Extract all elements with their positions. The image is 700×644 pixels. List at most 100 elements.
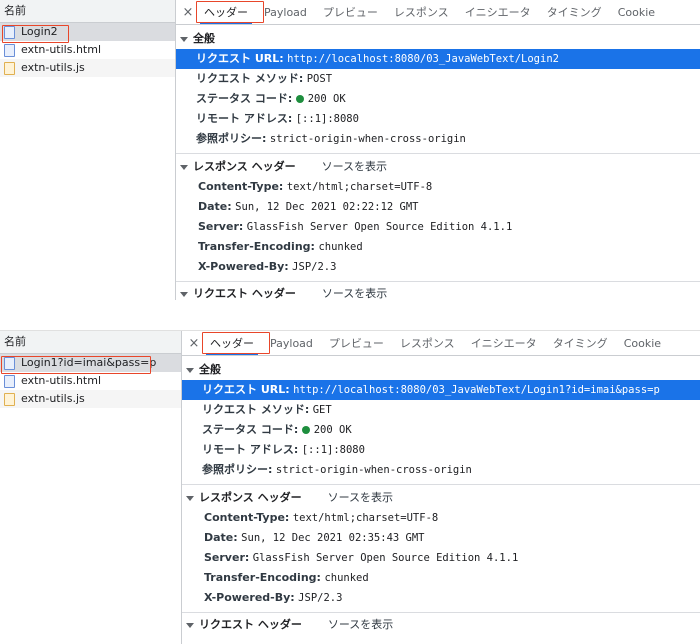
general-section-header[interactable]: 全般: [182, 360, 700, 380]
caret-down-icon: [180, 291, 188, 297]
response-headers-section-header[interactable]: レスポンス ヘッダー ソースを表示: [182, 488, 700, 508]
request-name: Login1?id=imai&pass=p: [21, 356, 157, 369]
devtools-panel-2: 名前 Login1?id=imai&pass=p extn-utils.html…: [0, 330, 700, 644]
tab-payload[interactable]: Payload: [262, 333, 321, 355]
header-row: Content-Type: text/html;charset=UTF-8: [182, 508, 700, 528]
request-method-value: GET: [312, 404, 332, 416]
header-row: Transfer-Encoding: chunked: [176, 237, 700, 257]
header-value: JSP/2.3: [292, 261, 337, 273]
header-row: X-Powered-By: JSP/2.3: [182, 588, 700, 608]
header-row: Date: Sun, 12 Dec 2021 02:35:43 GMT: [182, 528, 700, 548]
request-row[interactable]: extn-utils.js: [0, 390, 181, 408]
request-url-row[interactable]: リクエスト URL: http://localhost:8080/03_Java…: [176, 49, 700, 69]
caret-down-icon: [186, 495, 194, 501]
header-row: Transfer-Encoding: chunked: [182, 568, 700, 588]
request-name: extn-utils.js: [21, 61, 85, 74]
header-name: X-Powered-By:: [204, 591, 295, 604]
header-name: Content-Type:: [204, 511, 290, 524]
document-icon: [4, 25, 15, 39]
header-name: Transfer-Encoding:: [204, 571, 321, 584]
close-icon[interactable]: ×: [180, 2, 196, 24]
tab-initiator[interactable]: イニシエータ: [463, 333, 545, 355]
section-title: レスポンス ヘッダー: [199, 491, 302, 504]
request-row[interactable]: extn-utils.html: [0, 41, 175, 59]
headers-pane: × ヘッダー Payload プレビュー レスポンス イニシエータ タイミング …: [182, 331, 700, 644]
status-code-row: ステータス コード: 200 OK: [176, 89, 700, 109]
referrer-policy-label: 参照ポリシー:: [196, 132, 267, 145]
tab-bar: × ヘッダー Payload プレビュー レスポンス イニシエータ タイミング …: [176, 0, 700, 25]
tab-preview[interactable]: プレビュー: [315, 2, 386, 24]
name-column-header[interactable]: 名前: [0, 0, 175, 23]
status-ok-icon: [301, 426, 310, 434]
view-source-link[interactable]: ソースを表示: [322, 157, 387, 177]
request-url-label: リクエスト URL:: [202, 383, 290, 396]
header-name: Transfer-Encoding:: [198, 240, 315, 253]
response-headers-section-header[interactable]: レスポンス ヘッダー ソースを表示: [176, 157, 700, 177]
tab-cookie[interactable]: Cookie: [610, 2, 663, 24]
tab-timing[interactable]: タイミング: [545, 333, 616, 355]
tab-headers[interactable]: ヘッダー: [196, 2, 256, 24]
request-headers-section-header[interactable]: リクエスト ヘッダー ソースを表示: [176, 284, 700, 300]
section-title: リクエスト ヘッダー: [193, 287, 296, 300]
request-row[interactable]: Login1?id=imai&pass=p: [0, 354, 181, 372]
request-row[interactable]: extn-utils.html: [0, 372, 181, 390]
header-value: GlassFish Server Open Source Edition 4.1…: [246, 221, 513, 233]
general-section-header[interactable]: 全般: [176, 29, 700, 49]
tab-response[interactable]: レスポンス: [392, 333, 463, 355]
request-url-row[interactable]: リクエスト URL: http://localhost:8080/03_Java…: [182, 380, 700, 400]
caret-down-icon: [180, 164, 188, 170]
header-name: X-Powered-By:: [198, 260, 289, 273]
header-row: Content-Type: text/html;charset=UTF-8: [176, 177, 700, 197]
tab-initiator[interactable]: イニシエータ: [457, 2, 539, 24]
header-name: Server:: [198, 220, 244, 233]
document-icon: [4, 43, 15, 57]
request-list: 名前 Login1?id=imai&pass=p extn-utils.html…: [0, 331, 182, 644]
request-url-value: http://localhost:8080/03_JavaWebText/Log…: [293, 384, 660, 396]
request-name: extn-utils.js: [21, 392, 85, 405]
request-name: extn-utils.html: [21, 43, 102, 56]
header-name: Date:: [198, 200, 232, 213]
divider: [182, 612, 700, 613]
header-value: chunked: [318, 241, 363, 253]
name-column-header[interactable]: 名前: [0, 331, 181, 354]
request-headers-section-header[interactable]: リクエスト ヘッダー ソースを表示: [182, 615, 700, 635]
tab-cookie[interactable]: Cookie: [616, 333, 669, 355]
section-title: 全般: [193, 32, 215, 45]
view-source-link[interactable]: ソースを表示: [328, 615, 393, 635]
header-row: Server: GlassFish Server Open Source Edi…: [176, 217, 700, 237]
close-icon[interactable]: ×: [186, 333, 202, 355]
document-icon: [4, 374, 15, 388]
view-source-link[interactable]: ソースを表示: [328, 488, 393, 508]
request-name: Login2: [21, 25, 58, 38]
request-method-value: POST: [306, 73, 333, 85]
remote-address-row: リモート アドレス: [::1]:8080: [176, 109, 700, 129]
devtools-panel-1: 名前 Login2 extn-utils.html extn-utils.js …: [0, 0, 700, 300]
view-source-link[interactable]: ソースを表示: [322, 284, 387, 300]
request-url-label: リクエスト URL:: [196, 52, 284, 65]
script-icon: [4, 392, 15, 406]
tab-headers[interactable]: ヘッダー: [202, 333, 262, 355]
request-name: extn-utils.html: [21, 374, 102, 387]
script-icon: [4, 61, 15, 75]
section-title: リクエスト ヘッダー: [199, 618, 302, 631]
tab-timing[interactable]: タイミング: [539, 2, 610, 24]
header-value: Sun, 12 Dec 2021 02:35:43 GMT: [241, 532, 425, 544]
request-row[interactable]: extn-utils.js: [0, 59, 175, 77]
tab-response[interactable]: レスポンス: [386, 2, 457, 24]
header-value: text/html;charset=UTF-8: [286, 181, 433, 193]
header-value: JSP/2.3: [298, 592, 343, 604]
status-code-value: 200 OK: [307, 93, 346, 105]
tab-preview[interactable]: プレビュー: [321, 333, 392, 355]
remote-address-row: リモート アドレス: [::1]:8080: [182, 440, 700, 460]
header-name: Content-Type:: [198, 180, 284, 193]
section-title: 全般: [199, 363, 221, 376]
section-title: レスポンス ヘッダー: [193, 160, 296, 173]
header-value: chunked: [324, 572, 369, 584]
tab-payload[interactable]: Payload: [256, 2, 315, 24]
headers-pane: × ヘッダー Payload プレビュー レスポンス イニシエータ タイミング …: [176, 0, 700, 300]
request-row[interactable]: Login2: [0, 23, 175, 41]
request-method-row: リクエスト メソッド: GET: [182, 400, 700, 420]
divider: [182, 484, 700, 485]
header-row: Date: Sun, 12 Dec 2021 02:22:12 GMT: [176, 197, 700, 217]
remote-address-value: [::1]:8080: [301, 444, 365, 456]
